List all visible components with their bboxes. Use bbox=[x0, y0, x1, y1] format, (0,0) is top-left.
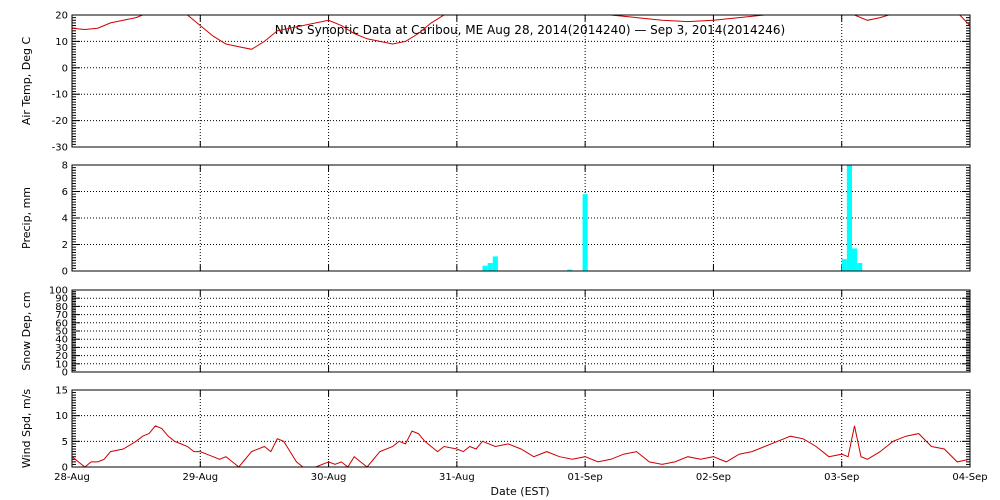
y-tick-label: 8 bbox=[62, 161, 68, 172]
chart-panels: -30 -20 -10 0 10 20 Air Temp, Deg C 0 2 4 6 8 Precip… bbox=[20, 11, 971, 474]
x-tick-label: 03-Sep bbox=[824, 472, 859, 483]
precip-bar bbox=[851, 248, 858, 271]
panel-snow_depth: 0102030405060708090100Snow Dep, cm bbox=[20, 286, 971, 379]
x-axis-title: Date (EST) bbox=[490, 485, 549, 498]
x-tick-label: 31-Aug bbox=[439, 472, 475, 483]
x-tick-label: 01-Sep bbox=[568, 472, 603, 483]
precip-bar bbox=[846, 165, 852, 271]
series-precip bbox=[482, 165, 863, 271]
x-tick-label: 30-Aug bbox=[311, 472, 347, 483]
x-tick-label: 29-Aug bbox=[182, 472, 218, 483]
y-tick-label: 6 bbox=[62, 187, 68, 198]
x-tick-label: 02-Sep bbox=[696, 472, 731, 483]
y-tick-label: 20 bbox=[55, 11, 68, 22]
precip-bar bbox=[582, 194, 588, 271]
chart: NWS Synoptic Data at Caribou, ME Aug 28,… bbox=[20, 11, 988, 499]
y-axis-title: Precip, mm bbox=[20, 187, 33, 249]
precip-bar bbox=[482, 265, 488, 271]
y-tick-label: 4 bbox=[62, 214, 68, 225]
chart-title: NWS Synoptic Data at Caribou, ME Aug 28,… bbox=[275, 23, 785, 37]
y-tick-label: -20 bbox=[52, 116, 68, 127]
x-axis: 28-Aug 29-Aug 30-Aug 31-Aug 01-Sep 02-Sep 03-S… bbox=[54, 472, 987, 483]
panel-wind_speed: 051015Wind Spd, m/s bbox=[20, 386, 971, 474]
x-tick-label: 04-Sep bbox=[952, 472, 987, 483]
y-tick-label: -10 bbox=[52, 90, 68, 101]
y-axis-title: Wind Spd, m/s bbox=[20, 389, 33, 469]
precip-bar bbox=[841, 259, 847, 271]
y-tick-label: 100 bbox=[49, 286, 68, 297]
y-tick-label: 10 bbox=[55, 37, 68, 48]
precip-bar bbox=[492, 256, 498, 271]
x-tick-label: 28-Aug bbox=[54, 472, 90, 483]
y-axis-title: Snow Dep, cm bbox=[20, 291, 33, 370]
y-tick-label: 0 bbox=[62, 267, 68, 278]
y-tick-label: -30 bbox=[52, 143, 68, 154]
panel-frame bbox=[71, 289, 971, 373]
y-tick-label: 0 bbox=[62, 63, 68, 74]
wind_speed-line bbox=[72, 425, 970, 467]
y-tick-label: 5 bbox=[62, 437, 68, 448]
precip-bar bbox=[857, 263, 863, 271]
panel-frame bbox=[71, 164, 971, 272]
y-tick-label: 15 bbox=[55, 386, 68, 397]
y-tick-label: 2 bbox=[62, 240, 68, 251]
precip-bar bbox=[487, 263, 493, 271]
series-wind_speed bbox=[72, 425, 970, 467]
y-axis-title: Air Temp, Deg C bbox=[20, 37, 33, 126]
y-tick-label: 10 bbox=[55, 411, 68, 422]
